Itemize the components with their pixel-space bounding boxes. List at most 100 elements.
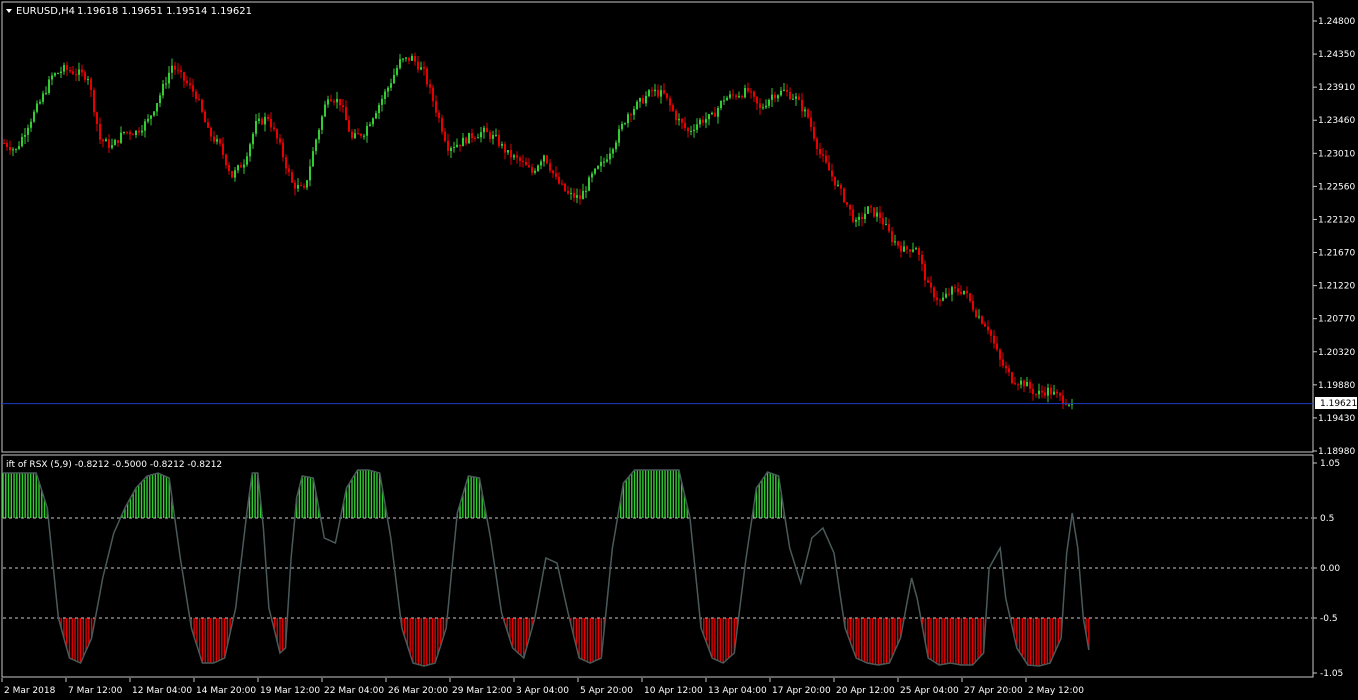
bull-candle <box>600 162 602 167</box>
bull-candle <box>216 139 218 142</box>
bull-candle <box>387 87 389 92</box>
bull-candle <box>264 116 266 125</box>
mt4-chart-window[interactable]: EURUSD,H4 1.19618 1.19651 1.19514 1.1962… <box>0 0 1358 700</box>
indicator-tick-label: -1.05 <box>1320 669 1343 679</box>
bull-candle <box>513 155 515 158</box>
time-tick-label: 20 Apr 12:00 <box>836 686 895 696</box>
bear-candle <box>441 118 443 132</box>
bull-candle <box>1038 390 1040 395</box>
bull-candle <box>15 148 17 150</box>
bull-candle <box>375 113 377 119</box>
price-tick-label: 1.24800 <box>1318 17 1355 27</box>
bear-candle <box>183 72 185 81</box>
bear-candle <box>879 212 881 219</box>
bull-candle <box>252 133 254 145</box>
bear-candle <box>927 280 929 283</box>
bull-candle <box>492 135 494 139</box>
bear-candle <box>459 144 461 147</box>
bull-candle <box>699 119 701 125</box>
bull-candle <box>609 153 611 160</box>
chart-header: EURUSD,H4 1.19618 1.19651 1.19514 1.1962… <box>6 6 252 17</box>
bull-candle <box>540 161 542 166</box>
bull-candle <box>1053 391 1055 395</box>
bull-candle <box>369 124 371 126</box>
bull-candle <box>1026 381 1028 387</box>
bull-candle <box>576 195 578 198</box>
bear-candle <box>222 143 224 155</box>
bull-candle <box>105 139 107 142</box>
bull-candle <box>168 72 170 84</box>
bear-candle <box>132 134 134 136</box>
time-tick-label: 10 Apr 12:00 <box>644 686 703 696</box>
bear-candle <box>498 135 500 146</box>
bear-candle <box>939 300 941 302</box>
bull-candle <box>597 166 599 169</box>
time-tick-label: 13 Apr 04:00 <box>708 686 767 696</box>
bear-candle <box>558 176 560 184</box>
bear-candle <box>99 124 101 140</box>
bear-candle <box>345 107 347 121</box>
indicator-tick-label: 1.05 <box>1320 459 1340 469</box>
bear-candle <box>810 117 812 127</box>
bear-candle <box>732 94 734 96</box>
bear-candle <box>1062 395 1064 404</box>
bull-candle <box>885 224 887 226</box>
time-tick-label: 2 May 12:00 <box>1028 686 1084 696</box>
bull-candle <box>621 123 623 130</box>
bear-candle <box>429 84 431 88</box>
bear-candle <box>189 83 191 86</box>
bear-candle <box>906 246 908 250</box>
bull-candle <box>534 170 536 173</box>
ohlc-values: 1.19618 1.19651 1.19514 1.19621 <box>77 6 252 17</box>
bear-candle <box>669 98 671 106</box>
bull-candle <box>420 67 422 70</box>
price-tick-label: 1.21670 <box>1318 249 1355 259</box>
price-tick-label: 1.24350 <box>1318 50 1355 60</box>
bull-candle <box>381 98 383 105</box>
bear-candle <box>798 96 800 100</box>
bull-candle <box>120 132 122 143</box>
bull-candle <box>660 90 662 97</box>
bear-candle <box>819 149 821 155</box>
bull-candle <box>738 96 740 98</box>
bear-candle <box>465 137 467 144</box>
bull-candle <box>771 94 773 100</box>
bull-candle <box>588 177 590 191</box>
bear-candle <box>219 139 221 144</box>
bull-candle <box>147 118 149 122</box>
bear-candle <box>816 138 818 150</box>
bear-candle <box>759 103 761 109</box>
bear-candle <box>672 105 674 111</box>
bear-candle <box>426 68 428 85</box>
bull-candle <box>321 116 323 130</box>
bear-candle <box>75 74 77 76</box>
bull-candle <box>324 104 326 117</box>
bull-candle <box>744 88 746 98</box>
bear-candle <box>102 139 104 142</box>
bull-candle <box>144 121 146 131</box>
bull-candle <box>384 91 386 99</box>
bear-candle <box>1050 387 1052 395</box>
bear-candle <box>288 168 290 173</box>
bear-candle <box>1044 392 1046 396</box>
bull-candle <box>327 99 329 105</box>
bull-candle <box>123 131 125 133</box>
bull-candle <box>633 109 635 115</box>
bear-candle <box>813 126 815 139</box>
bull-candle <box>27 127 29 135</box>
bear-candle <box>510 150 512 158</box>
bull-candle <box>156 103 158 112</box>
bear-candle <box>846 202 848 205</box>
bear-candle <box>213 136 215 142</box>
bear-candle <box>555 173 557 177</box>
bull-candle <box>21 136 23 147</box>
bull-candle <box>618 129 620 143</box>
bear-candle <box>969 293 971 301</box>
bear-candle <box>981 316 983 324</box>
time-tick-label: 5 Apr 20:00 <box>580 686 633 696</box>
bear-candle <box>918 248 920 255</box>
bull-candle <box>297 184 299 189</box>
bear-candle <box>774 94 776 99</box>
bull-candle <box>1020 380 1022 385</box>
bear-candle <box>843 188 845 203</box>
